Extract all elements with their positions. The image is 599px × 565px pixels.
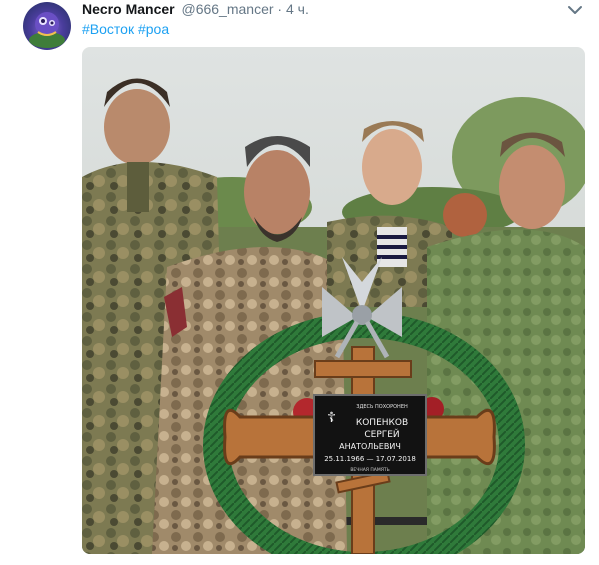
plaque-cross-icon: ☦ <box>327 410 336 426</box>
plaque-first-name: СЕРГЕЙ <box>364 428 399 440</box>
avatar-image <box>29 12 65 48</box>
plaque-patronymic: АНАТОЛЬЕВИЧ <box>339 442 401 451</box>
hashtag-link[interactable]: #Восток <box>82 21 134 37</box>
plaque-header: ЗДЕСЬ ПОХОРОНЕН <box>356 404 408 410</box>
user-handle[interactable]: @666_mancer <box>181 1 273 17</box>
tweet-timestamp[interactable]: 4 ч. <box>286 1 309 17</box>
meta-separator: · <box>273 1 286 17</box>
plaque-surname: КОПЕНКОВ <box>356 418 408 428</box>
avatar[interactable] <box>23 2 71 50</box>
tweet-header: Necro Mancer @666_mancer · 4 ч. <box>82 0 309 18</box>
memorial-plaque: ☦ ЗДЕСЬ ПОХОРОНЕН КОПЕНКОВ СЕРГЕЙ АНАТОЛ… <box>313 394 427 476</box>
tweet-photo[interactable]: ☦ ЗДЕСЬ ПОХОРОНЕН КОПЕНКОВ СЕРГЕЙ АНАТОЛ… <box>82 47 585 554</box>
plaque-footer: ВЕЧНАЯ ПАМЯТЬ <box>350 467 389 473</box>
chevron-down-icon[interactable] <box>567 3 583 15</box>
tweet: Necro Mancer @666_mancer · 4 ч. #Восток … <box>0 0 599 565</box>
hashtag-link[interactable]: #роа <box>138 21 169 37</box>
tweet-text: #Восток #роа <box>82 20 169 38</box>
photo-scene: ☦ ЗДЕСЬ ПОХОРОНЕН КОПЕНКОВ СЕРГЕЙ АНАТОЛ… <box>82 47 585 554</box>
display-name[interactable]: Necro Mancer <box>82 1 175 17</box>
plaque-dates: 25.11.1966 — 17.07.2018 <box>324 455 416 463</box>
